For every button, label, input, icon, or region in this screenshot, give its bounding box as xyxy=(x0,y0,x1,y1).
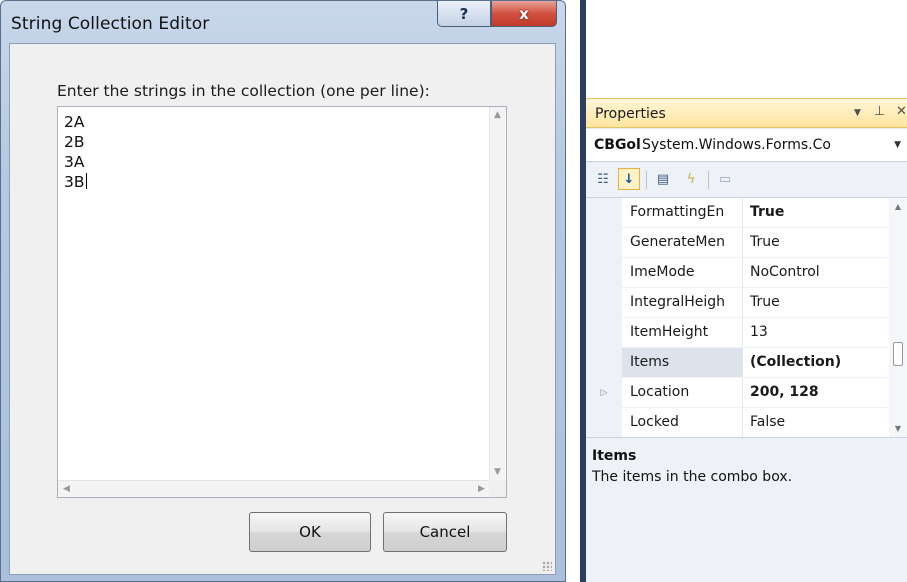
property-name[interactable]: Locked xyxy=(622,408,743,438)
property-row-location[interactable]: ▷ Location 200, 128 xyxy=(586,378,907,408)
property-value[interactable]: 200, 128 xyxy=(743,378,888,408)
ok-button[interactable]: OK xyxy=(249,512,371,552)
property-name[interactable]: ItemHeight xyxy=(622,318,743,348)
property-row-generatemen[interactable]: GenerateMen True xyxy=(586,228,907,258)
string-collection-editor-dialog: String Collection Editor ? x Enter the s… xyxy=(0,0,566,582)
events-lightning-icon[interactable]: ϟ xyxy=(680,168,702,190)
property-pages-icon[interactable]: ▭ xyxy=(714,168,736,190)
property-row-formattingen[interactable]: FormattingEn True xyxy=(586,198,907,228)
grid-vertical-scrollbar[interactable]: ▲ ▼ xyxy=(889,198,907,438)
row-gutter xyxy=(586,228,622,258)
row-gutter xyxy=(586,258,622,288)
property-grid-rows: FormattingEn True GenerateMen True ImeMode No… xyxy=(586,198,907,468)
property-value[interactable]: False xyxy=(743,408,888,438)
row-gutter xyxy=(586,348,622,378)
property-row-locked[interactable]: Locked False xyxy=(586,408,907,438)
categorized-view-icon[interactable]: ☷ xyxy=(592,168,614,190)
property-name[interactable]: IntegralHeigh xyxy=(622,288,743,318)
help-button[interactable]: ? xyxy=(437,1,491,27)
pin-icon[interactable]: ⊥ xyxy=(874,104,885,119)
property-grid: FormattingEn True GenerateMen True ImeMode No… xyxy=(586,197,907,468)
string-line-text: 3B xyxy=(64,173,85,191)
text-caret xyxy=(85,173,87,189)
toolbar-separator xyxy=(708,171,709,189)
scrollbar-corner xyxy=(489,480,506,497)
dialog-title-bar[interactable]: String Collection Editor ? x xyxy=(1,1,565,43)
property-name[interactable]: Location xyxy=(622,378,743,408)
property-value[interactable]: NoControl xyxy=(743,258,888,288)
description-pane: Items The items in the combo box. xyxy=(586,437,907,582)
panel-close-icon[interactable]: ✕ xyxy=(896,104,907,119)
prompt-label: Enter the strings in the collection (one… xyxy=(57,82,430,100)
property-name[interactable]: ImeMode xyxy=(622,258,743,288)
properties-panel: Properties ▼ ⊥ ✕ CBGol System.Windows.Fo… xyxy=(586,98,907,582)
property-value[interactable]: True xyxy=(743,198,888,228)
properties-title: Properties xyxy=(595,106,666,122)
properties-header[interactable]: Properties ▼ ⊥ ✕ xyxy=(586,98,907,128)
dialog-title: String Collection Editor xyxy=(11,14,210,34)
textarea-horizontal-scrollbar[interactable]: ◀ ▶ xyxy=(58,480,490,497)
alphabetical-sort-icon[interactable]: ↓ xyxy=(618,168,640,190)
property-value[interactable]: True xyxy=(743,288,888,318)
cancel-button[interactable]: Cancel xyxy=(383,512,507,552)
toolbar-separator xyxy=(646,171,647,189)
property-name[interactable]: GenerateMen xyxy=(622,228,743,258)
property-name[interactable]: Items xyxy=(622,348,743,378)
window-position-dropdown-icon[interactable]: ▼ xyxy=(854,108,861,118)
textarea-vertical-scrollbar[interactable]: ▲ ▼ xyxy=(489,107,506,481)
scroll-left-arrow-icon[interactable]: ◀ xyxy=(58,481,75,498)
property-row-itemheight[interactable]: ItemHeight 13 xyxy=(586,318,907,348)
row-gutter xyxy=(586,408,622,438)
expand-arrow-icon[interactable]: ▷ xyxy=(586,378,622,408)
strings-lines: 2A 2B 3A 3B xyxy=(64,112,87,192)
property-row-integralheigh[interactable]: IntegralHeigh True xyxy=(586,288,907,318)
property-row-items[interactable]: Items (Collection) xyxy=(586,348,907,378)
dialog-client-area: Enter the strings in the collection (one… xyxy=(9,43,556,575)
grid-scroll-down-icon[interactable]: ▼ xyxy=(889,420,907,438)
object-name: CBGol xyxy=(594,137,641,153)
property-name[interactable]: FormattingEn xyxy=(622,198,743,228)
scroll-right-arrow-icon[interactable]: ▶ xyxy=(473,481,490,498)
property-row-imemode[interactable]: ImeMode NoControl xyxy=(586,258,907,288)
description-text: The items in the combo box. xyxy=(592,469,793,485)
properties-view-icon[interactable]: ▤ xyxy=(652,168,674,190)
object-type: System.Windows.Forms.Co xyxy=(642,137,831,153)
close-icon: x xyxy=(519,4,529,23)
close-button[interactable]: x xyxy=(491,1,557,27)
property-value[interactable]: True xyxy=(743,228,888,258)
strings-textarea[interactable]: 2A 2B 3A 3B ▲ ▼ ◀ ▶ xyxy=(57,106,507,498)
resize-grip-icon[interactable] xyxy=(542,561,552,571)
string-line: 3A xyxy=(64,153,85,171)
string-line: 2A xyxy=(64,113,85,131)
row-gutter xyxy=(586,288,622,318)
string-line: 3B xyxy=(64,172,87,192)
chevron-down-icon[interactable]: ▼ xyxy=(894,140,901,150)
string-line: 2B xyxy=(64,133,85,151)
help-icon: ? xyxy=(459,4,469,23)
scroll-down-arrow-icon[interactable]: ▼ xyxy=(489,464,506,481)
row-gutter xyxy=(586,198,622,228)
object-selector-dropdown[interactable]: CBGol System.Windows.Forms.Co ▼ xyxy=(586,129,907,162)
property-value[interactable]: 13 xyxy=(743,318,888,348)
ellipsis-button[interactable] xyxy=(893,342,903,366)
property-value[interactable]: (Collection) xyxy=(743,348,888,378)
background-area xyxy=(586,0,907,98)
scroll-up-arrow-icon[interactable]: ▲ xyxy=(489,107,506,124)
description-title: Items xyxy=(592,448,637,464)
grid-scroll-up-icon[interactable]: ▲ xyxy=(889,198,907,216)
row-gutter xyxy=(586,318,622,348)
properties-toolbar: ☷ ↓ ▤ ϟ ▭ xyxy=(586,163,907,197)
